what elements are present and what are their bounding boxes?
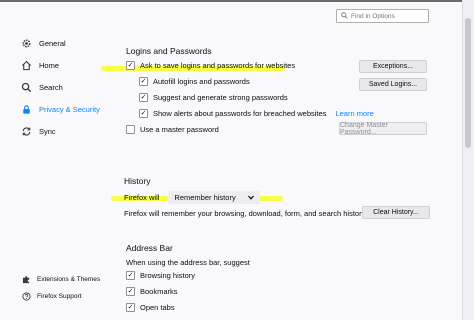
- window-top-border: [0, 0, 474, 2]
- section-heading-logins: Logins and Passwords: [126, 46, 212, 56]
- sidebar-item-home[interactable]: Home: [21, 60, 59, 71]
- section-heading-address-bar: Address Bar: [126, 243, 173, 253]
- learn-more-link[interactable]: Learn more: [335, 109, 373, 118]
- master-password-option[interactable]: Use a master password: [126, 125, 219, 134]
- exceptions-button[interactable]: Exceptions...: [359, 60, 427, 73]
- option-label: Open tabs: [140, 303, 175, 312]
- puzzle-icon: [22, 275, 31, 284]
- option-label: Ask to save logins and passwords for web…: [140, 61, 296, 70]
- home-icon: [21, 60, 32, 71]
- sidebar-item-search[interactable]: Search: [21, 82, 63, 93]
- search-placeholder: Find in Options: [351, 12, 395, 20]
- sidebar-item-label: Sync: [39, 127, 56, 136]
- option-label: Suggest and generate strong passwords: [153, 93, 288, 102]
- checkbox[interactable]: ✓: [126, 271, 135, 280]
- sidebar-item-label: Privacy & Security: [39, 105, 100, 114]
- ask-save-logins-option[interactable]: ✓ Ask to save logins and passwords for w…: [126, 61, 295, 70]
- checkbox[interactable]: [126, 125, 135, 134]
- chevron-down-icon: [247, 193, 254, 202]
- suggest-open-tabs-option[interactable]: ✓ Open tabs: [126, 303, 175, 312]
- checkbox[interactable]: ✓: [139, 77, 148, 86]
- option-label: Autofill logins and passwords: [153, 77, 250, 86]
- sidebar-item-sync[interactable]: Sync: [21, 126, 56, 137]
- saved-logins-button[interactable]: Saved Logins...: [359, 78, 427, 91]
- help-icon: [22, 292, 31, 301]
- search-icon: [21, 82, 32, 93]
- checkbox[interactable]: ✓: [139, 93, 148, 102]
- history-mode-select[interactable]: Remember history: [168, 191, 260, 204]
- select-value: Remember history: [174, 193, 236, 202]
- sidebar-item-label: General: [39, 39, 66, 48]
- sidebar-item-label: Search: [39, 83, 63, 92]
- change-master-password-button[interactable]: Change Master Password...: [339, 122, 427, 136]
- checkbox[interactable]: ✓: [126, 303, 135, 312]
- gear-icon: [21, 38, 32, 49]
- sync-icon: [21, 126, 32, 137]
- scrollbar-thumb[interactable]: [465, 18, 471, 148]
- suggest-passwords-option[interactable]: ✓ Suggest and generate strong passwords: [139, 93, 288, 102]
- section-heading-history: History: [124, 176, 151, 186]
- autofill-logins-option[interactable]: ✓ Autofill logins and passwords: [139, 77, 250, 86]
- option-label: Bookmarks: [140, 287, 178, 296]
- clear-history-button[interactable]: Clear History...: [362, 206, 430, 219]
- search-icon: [341, 11, 348, 21]
- option-label: Browsing history: [140, 271, 196, 280]
- sidebar-footer-label: Extensions & Themes: [37, 276, 101, 283]
- option-label: Show alerts about passwords for breached…: [153, 109, 327, 118]
- option-label: Use a master password: [140, 125, 219, 134]
- suggest-browsing-history-option[interactable]: ✓ Browsing history: [126, 271, 195, 280]
- sidebar-item-label: Home: [39, 61, 60, 70]
- sidebar-item-privacy-security[interactable]: Privacy & Security: [21, 104, 100, 115]
- checkbox[interactable]: ✓: [126, 287, 135, 296]
- search-field[interactable]: Find in Options: [336, 9, 429, 23]
- checkbox[interactable]: ✓: [126, 61, 135, 70]
- breach-alerts-option[interactable]: ✓ Show alerts about passwords for breach…: [139, 109, 374, 118]
- sidebar-item-general[interactable]: General: [21, 38, 66, 49]
- lock-icon: [21, 104, 32, 115]
- history-description: Firefox will remember your browsing, dow…: [124, 209, 367, 218]
- firefox-will-label: Firefox will: [124, 193, 160, 202]
- suggest-bookmarks-option[interactable]: ✓ Bookmarks: [126, 287, 178, 296]
- sidebar-footer-extensions[interactable]: Extensions & Themes: [22, 275, 100, 284]
- checkbox[interactable]: ✓: [139, 109, 148, 118]
- address-bar-description: When using the address bar, suggest: [126, 258, 250, 267]
- history-mode-row: Firefox will Remember history: [124, 191, 260, 204]
- sidebar-footer-label: Firefox Support: [37, 293, 82, 300]
- sidebar-footer-support[interactable]: Firefox Support: [22, 292, 81, 301]
